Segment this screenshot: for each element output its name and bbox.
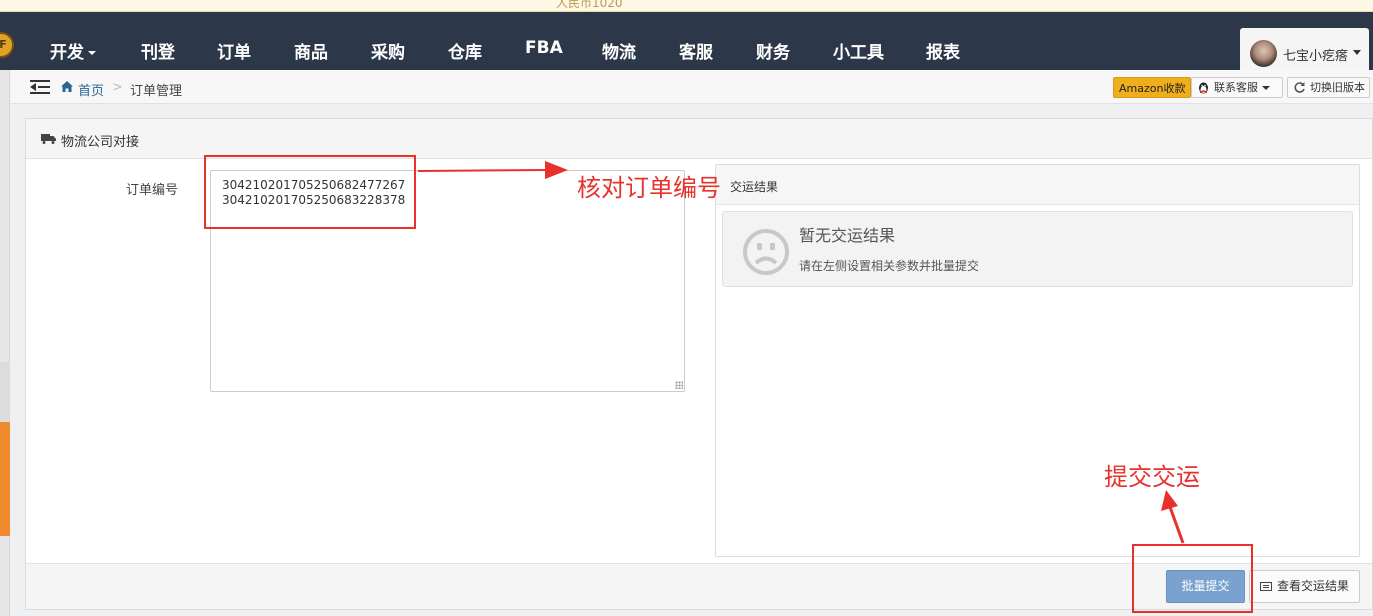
nav-item-tools[interactable]: 小工具 [833,38,884,63]
chevron-down-icon [1262,86,1270,90]
menu-collapse-icon[interactable] [30,80,50,94]
panel-header: 物流公司对接 [26,119,1372,159]
qq-penguin-icon [1199,82,1208,94]
logo-icon[interactable]: IF [0,32,14,58]
view-shipment-results-label: 查看交运结果 [1277,579,1350,593]
sidebar-item[interactable] [0,362,10,422]
panel-title: 物流公司对接 [61,135,140,150]
switch-old-version-label: 切换旧版本 [1310,81,1365,94]
home-icon [61,81,73,92]
annotation-box-order-numbers [204,155,416,229]
nav-item-customer-service[interactable]: 客服 [679,38,713,63]
breadcrumb-current: 订单管理 [130,84,183,99]
truck-icon [41,134,56,144]
notice-text: 人民币1020 [556,0,623,10]
user-menu[interactable]: 七宝小疙瘩 [1240,28,1369,70]
nav-item-orders[interactable]: 订单 [217,38,251,63]
nav-item-develop[interactable]: 开发 [50,38,96,63]
user-name: 七宝小疙瘩 [1283,49,1349,64]
result-header: 交运结果 [716,165,1359,205]
order-number-label: 订单编号 [126,183,179,198]
shipment-result-box: 交运结果 暂无交运结果 请在左侧设置相关参数并批量提交 [715,164,1360,557]
view-shipment-results-button[interactable]: 查看交运结果 [1249,570,1360,603]
annotation-box-submit [1132,544,1253,613]
refresh-icon [1294,82,1305,93]
chevron-down-icon [1353,50,1361,55]
switch-old-version-button[interactable]: 切换旧版本 [1287,77,1370,98]
top-navbar: IF 开发 刊登 订单 商品 采购 仓库 FBA 物流 客服 财务 小工具 报表… [0,12,1373,70]
avatar [1250,40,1277,67]
notice-bar: 人民币1020 [0,0,1373,12]
empty-result-hint: 请在左侧设置相关参数并批量提交 [799,259,980,273]
breadcrumb-home-link[interactable]: 首页 [78,80,104,99]
contact-support-button[interactable]: 联系客服 [1191,77,1283,98]
nav-item-finance[interactable]: 财务 [756,38,790,63]
nav-item-fba[interactable]: FBA [525,38,563,58]
nav-item-listing[interactable]: 刊登 [141,38,175,63]
resize-grip-icon[interactable] [675,381,683,389]
amazon-payment-button[interactable]: Amazon收款 [1113,77,1192,98]
nav-item-reports[interactable]: 报表 [926,38,960,63]
nav-item-logistics[interactable]: 物流 [602,38,636,63]
nav-item-products[interactable]: 商品 [294,38,328,63]
contact-support-label: 联系客服 [1214,81,1258,94]
sidebar-item-active[interactable] [0,422,10,536]
nav-item-purchase[interactable]: 采购 [371,38,405,63]
sidebar-collapsed [0,70,10,616]
empty-result-alert: 暂无交运结果 请在左侧设置相关参数并批量提交 [722,211,1353,287]
nav-item-label: 开发 [50,43,84,63]
list-icon [1260,582,1272,591]
result-title: 交运结果 [730,180,779,194]
nav-item-warehouse[interactable]: 仓库 [448,38,482,63]
empty-result-title: 暂无交运结果 [799,226,896,245]
annotation-submit-shipment: 提交交运 [1104,463,1200,491]
annotation-check-order: 核对订单编号 [577,174,721,202]
sad-face-icon [743,229,789,275]
chevron-down-icon [88,51,96,55]
breadcrumb-separator: > [112,80,123,95]
